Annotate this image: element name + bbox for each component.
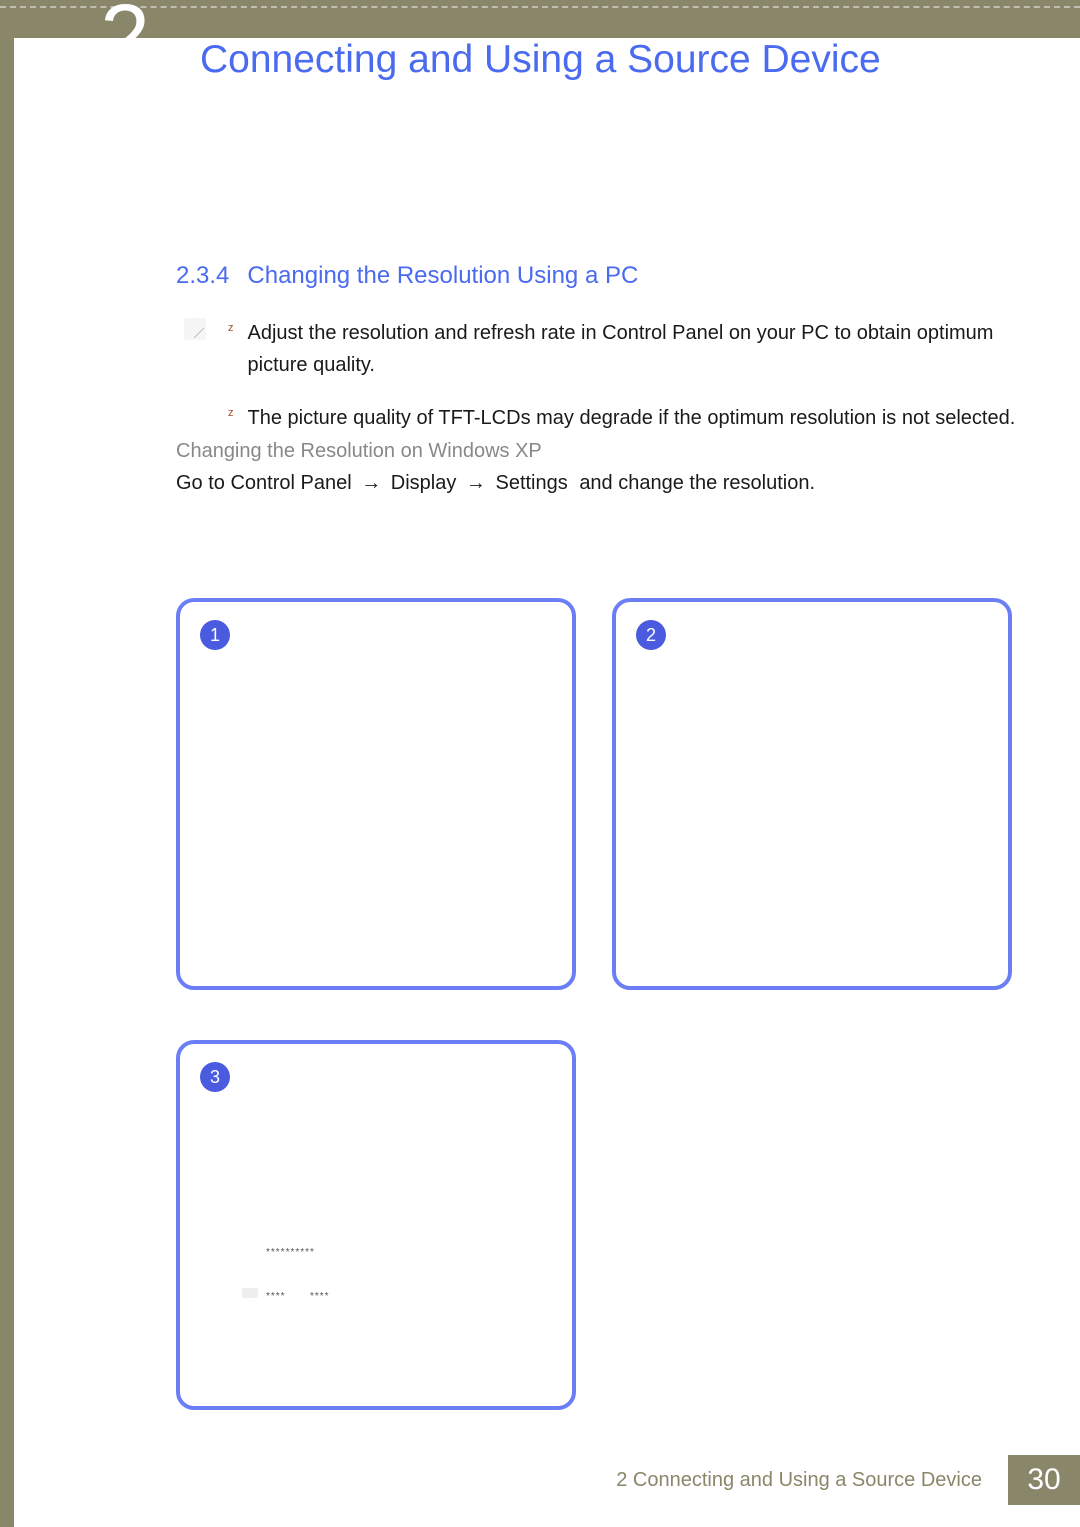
chapter-title: Connecting and Using a Source Device [200,38,881,82]
note-item: z The picture quality of TFT-LCDs may de… [228,403,1018,435]
instruction-line: Go to Control Panel → Display → Settings… [176,472,815,495]
step-panel-3: 3 ********** **** **** [176,1040,576,1410]
note-text-1: Adjust the resolution and refresh rate i… [248,318,1019,381]
footer-chapter-text: 2 Connecting and Using a Source Device [616,1455,1008,1505]
sub-heading: Changing the Resolution on Windows XP [176,440,542,463]
arrow-icon: → [361,472,381,494]
placeholder-dots: **** [266,1291,286,1302]
note-text-2: The picture quality of TFT-LCDs may degr… [248,403,1016,435]
instruction-p2: Display [391,472,457,494]
bullet-icon: z [228,322,234,381]
placeholder-dots: ********** [266,1247,315,1258]
footer-page-number: 30 [1008,1455,1080,1505]
panel-row: 3 ********** **** **** [176,1040,1012,1410]
step-badge-2: 2 [636,620,666,650]
placeholder-chip [242,1288,258,1298]
placeholder-dots: **** [310,1291,330,1302]
step-badge-3: 3 [200,1062,230,1092]
footer-bar: 2 Connecting and Using a Source Device 3… [0,1455,1080,1505]
instruction-p3: Settings [495,472,567,494]
step-panels: 1 2 3 ********** **** **** [176,598,1012,1460]
chapter-number-glyph: 2 [100,0,146,82]
left-sidebar-strip [0,38,14,1527]
note-icon [184,318,206,340]
bullet-icon: z [228,407,234,435]
step-panel-1: 1 [176,598,576,990]
step-panel-2: 2 [612,598,1012,990]
note-list: z Adjust the resolution and refresh rate… [228,318,1018,457]
section-number: 2.3.4 [176,262,229,289]
header-dash-line [0,6,1080,8]
section-title: Changing the Resolution Using a PC [247,262,638,289]
panel-row: 1 2 [176,598,1012,990]
note-item: z Adjust the resolution and refresh rate… [228,318,1018,381]
arrow-icon: → [466,472,486,494]
section-heading: 2.3.4 Changing the Resolution Using a PC [176,262,638,290]
step-badge-1: 1 [200,620,230,650]
instruction-p1: Go to Control Panel [176,472,352,494]
instruction-p4: and change the resolution. [579,472,815,494]
